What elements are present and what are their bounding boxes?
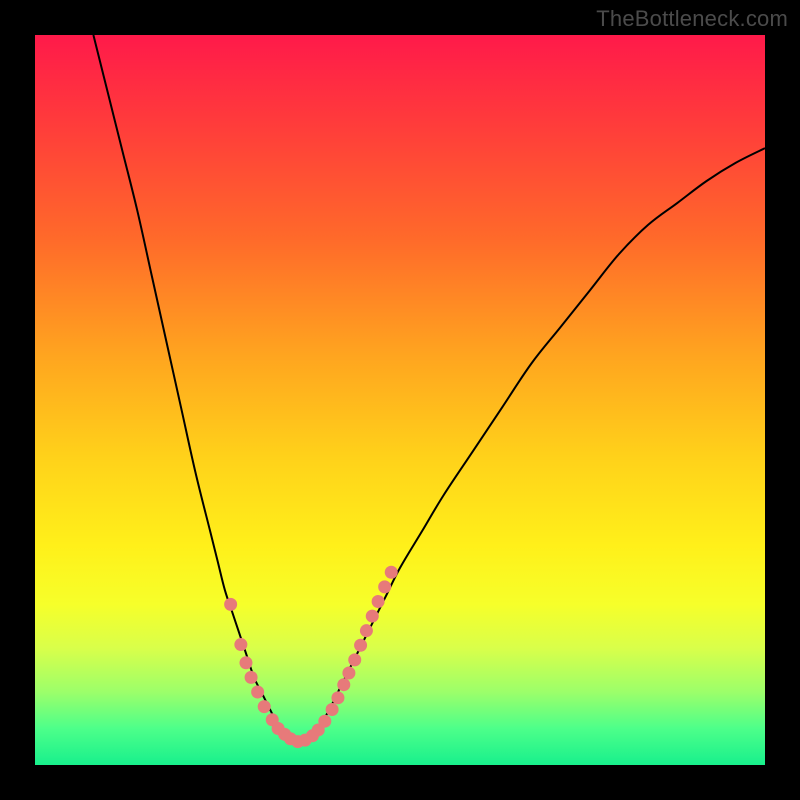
data-marker [331,691,344,704]
data-marker [348,653,361,666]
watermark-text: TheBottleneck.com [596,6,788,32]
data-marker [239,656,252,669]
data-marker [245,671,258,684]
data-marker [366,610,379,623]
data-marker [354,639,367,652]
data-marker [378,580,391,593]
data-marker [360,624,373,637]
data-marker [372,595,385,608]
chart-svg [35,35,765,765]
data-marker [326,703,339,716]
data-marker [385,566,398,579]
data-marker [234,638,247,651]
data-marker [337,678,350,691]
bottleneck-curve [93,35,765,743]
data-marker [258,700,271,713]
data-marker [224,598,237,611]
marker-group [224,566,398,748]
data-marker [342,667,355,680]
chart-frame: TheBottleneck.com [0,0,800,800]
data-marker [318,715,331,728]
data-marker [251,686,264,699]
curve-group [93,35,765,743]
plot-area [35,35,765,765]
